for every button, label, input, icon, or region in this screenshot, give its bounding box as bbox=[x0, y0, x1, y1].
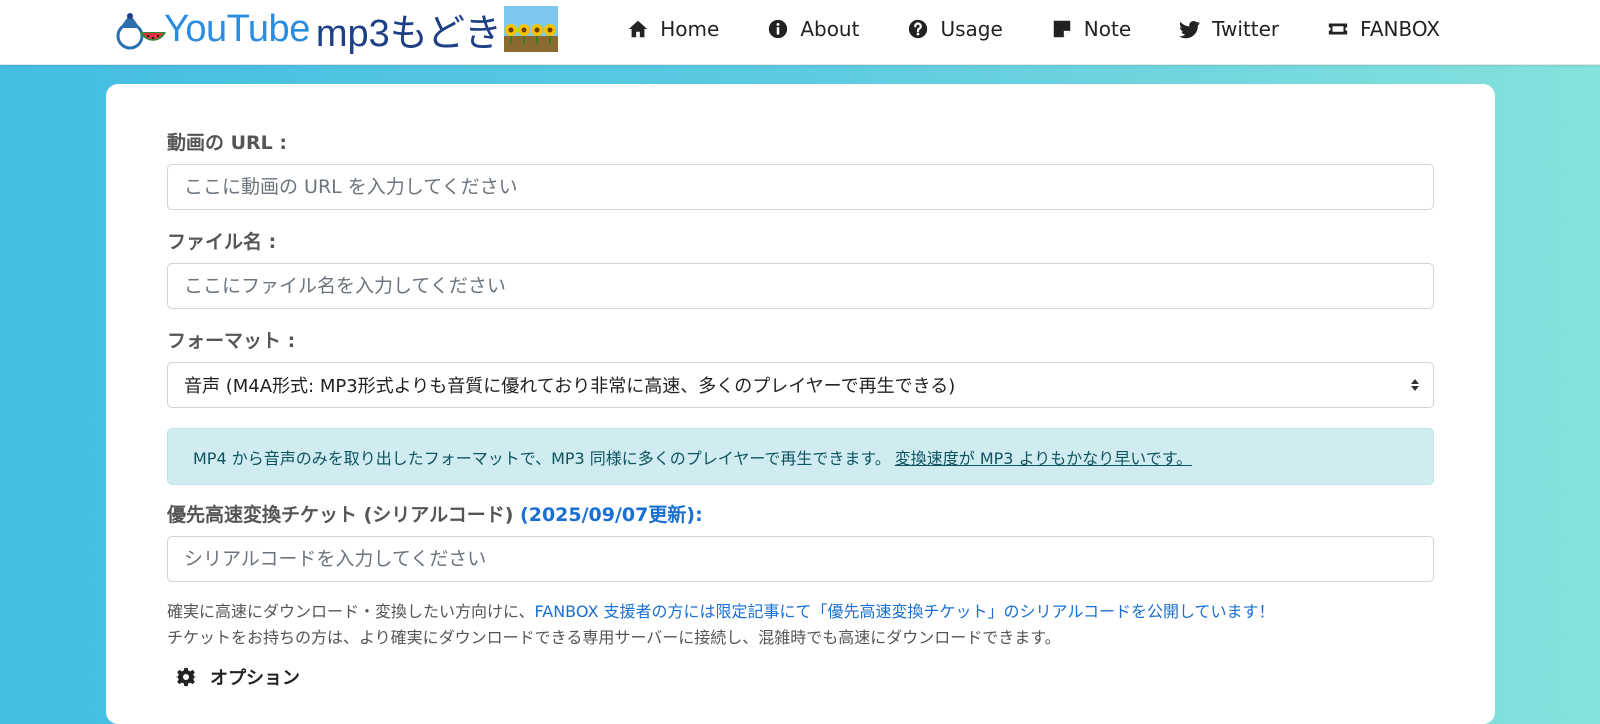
nav-note-label: Note bbox=[1083, 17, 1132, 41]
sunflowers-icon bbox=[503, 6, 558, 52]
home-icon bbox=[629, 20, 648, 38]
nav-home[interactable]: Home bbox=[627, 17, 719, 41]
url-input[interactable] bbox=[167, 164, 1434, 210]
main-nav: Home About Usage Note Twitter FANBOX bbox=[627, 0, 1440, 58]
top-navbar: YouTube mp3もどき Home About Usage Note Twi… bbox=[0, 0, 1600, 65]
options-label: オプション bbox=[210, 668, 300, 689]
ticket-label-colon: : bbox=[695, 504, 703, 526]
fanbox-link[interactable]: FANBOX 支援者の方には限定記事にて「優先高速変換チケット」のシリアルコード… bbox=[535, 602, 1275, 621]
ticket-label-text: 優先高速変換チケット (シリアルコード) bbox=[167, 504, 514, 526]
nav-fanbox-label: FANBOX bbox=[1360, 17, 1440, 41]
nav-twitter[interactable]: Twitter bbox=[1179, 17, 1279, 41]
filename-input[interactable] bbox=[167, 263, 1434, 309]
format-info-emphasis: 変換速度が MP3 よりもかなり早いです。 bbox=[894, 448, 1193, 468]
url-label: 動画の URL : bbox=[167, 132, 287, 154]
format-info-text: MP4 から音声のみを取り出したフォーマットで、MP3 同様に多くのプレイヤーで… bbox=[193, 448, 891, 468]
mascot-icon bbox=[116, 13, 166, 50]
nav-about-label: About bbox=[800, 17, 860, 41]
ticket-update-date[interactable]: (2025/09/07更新) bbox=[520, 504, 695, 526]
nav-about[interactable]: About bbox=[767, 17, 859, 41]
note-icon bbox=[1053, 20, 1071, 38]
format-info-alert: MP4 から音声のみを取り出したフォーマットで、MP3 同様に多くのプレイヤーで… bbox=[167, 428, 1434, 485]
gear-icon bbox=[176, 667, 196, 687]
ticket-help-prefix: 確実に高速にダウンロード・変換したい方向けに、 bbox=[167, 602, 535, 621]
logo-mp3-text: mp3もどき bbox=[315, 12, 502, 55]
nav-home-label: Home bbox=[660, 17, 720, 41]
format-select[interactable]: 音声 (M4A形式: MP3形式よりも音質に優れており非常に高速、多くのプレイヤ… bbox=[167, 362, 1434, 408]
format-selected-value: 音声 (M4A形式: MP3形式よりも音質に優れており非常に高速、多くのプレイヤ… bbox=[184, 376, 956, 397]
info-circle-icon bbox=[769, 19, 788, 39]
ticket-help-line-2: チケットをお持ちの方は、より確実にダウンロードできる専用サーバーに接続し、混雑時… bbox=[167, 628, 1061, 647]
logo-youtube-text: YouTube bbox=[164, 7, 310, 50]
converter-form-card: 動画の URL : ファイル名 : フォーマット : 音声 (M4A形式: MP… bbox=[106, 84, 1495, 724]
ticket-icon bbox=[1328, 23, 1348, 35]
ticket-label: 優先高速変換チケット (シリアルコード) (2025/09/07更新): bbox=[167, 500, 703, 527]
nav-twitter-label: Twitter bbox=[1212, 17, 1280, 41]
nav-note[interactable]: Note bbox=[1051, 17, 1131, 41]
select-arrows-icon bbox=[1411, 379, 1419, 391]
site-logo[interactable]: YouTube mp3もどき bbox=[110, 4, 558, 55]
question-circle-icon bbox=[909, 19, 928, 39]
filename-label: ファイル名 : bbox=[167, 231, 277, 253]
nav-usage[interactable]: Usage bbox=[907, 17, 1003, 41]
serial-code-input[interactable] bbox=[167, 536, 1434, 582]
options-toggle[interactable]: オプション bbox=[176, 664, 300, 690]
nav-fanbox[interactable]: FANBOX bbox=[1327, 17, 1440, 41]
nav-usage-label: Usage bbox=[940, 17, 1003, 41]
ticket-help-line-1: 確実に高速にダウンロード・変換したい方向けに、FANBOX 支援者の方には限定記… bbox=[167, 598, 1275, 622]
twitter-icon bbox=[1179, 21, 1201, 39]
format-label: フォーマット : bbox=[167, 330, 296, 352]
